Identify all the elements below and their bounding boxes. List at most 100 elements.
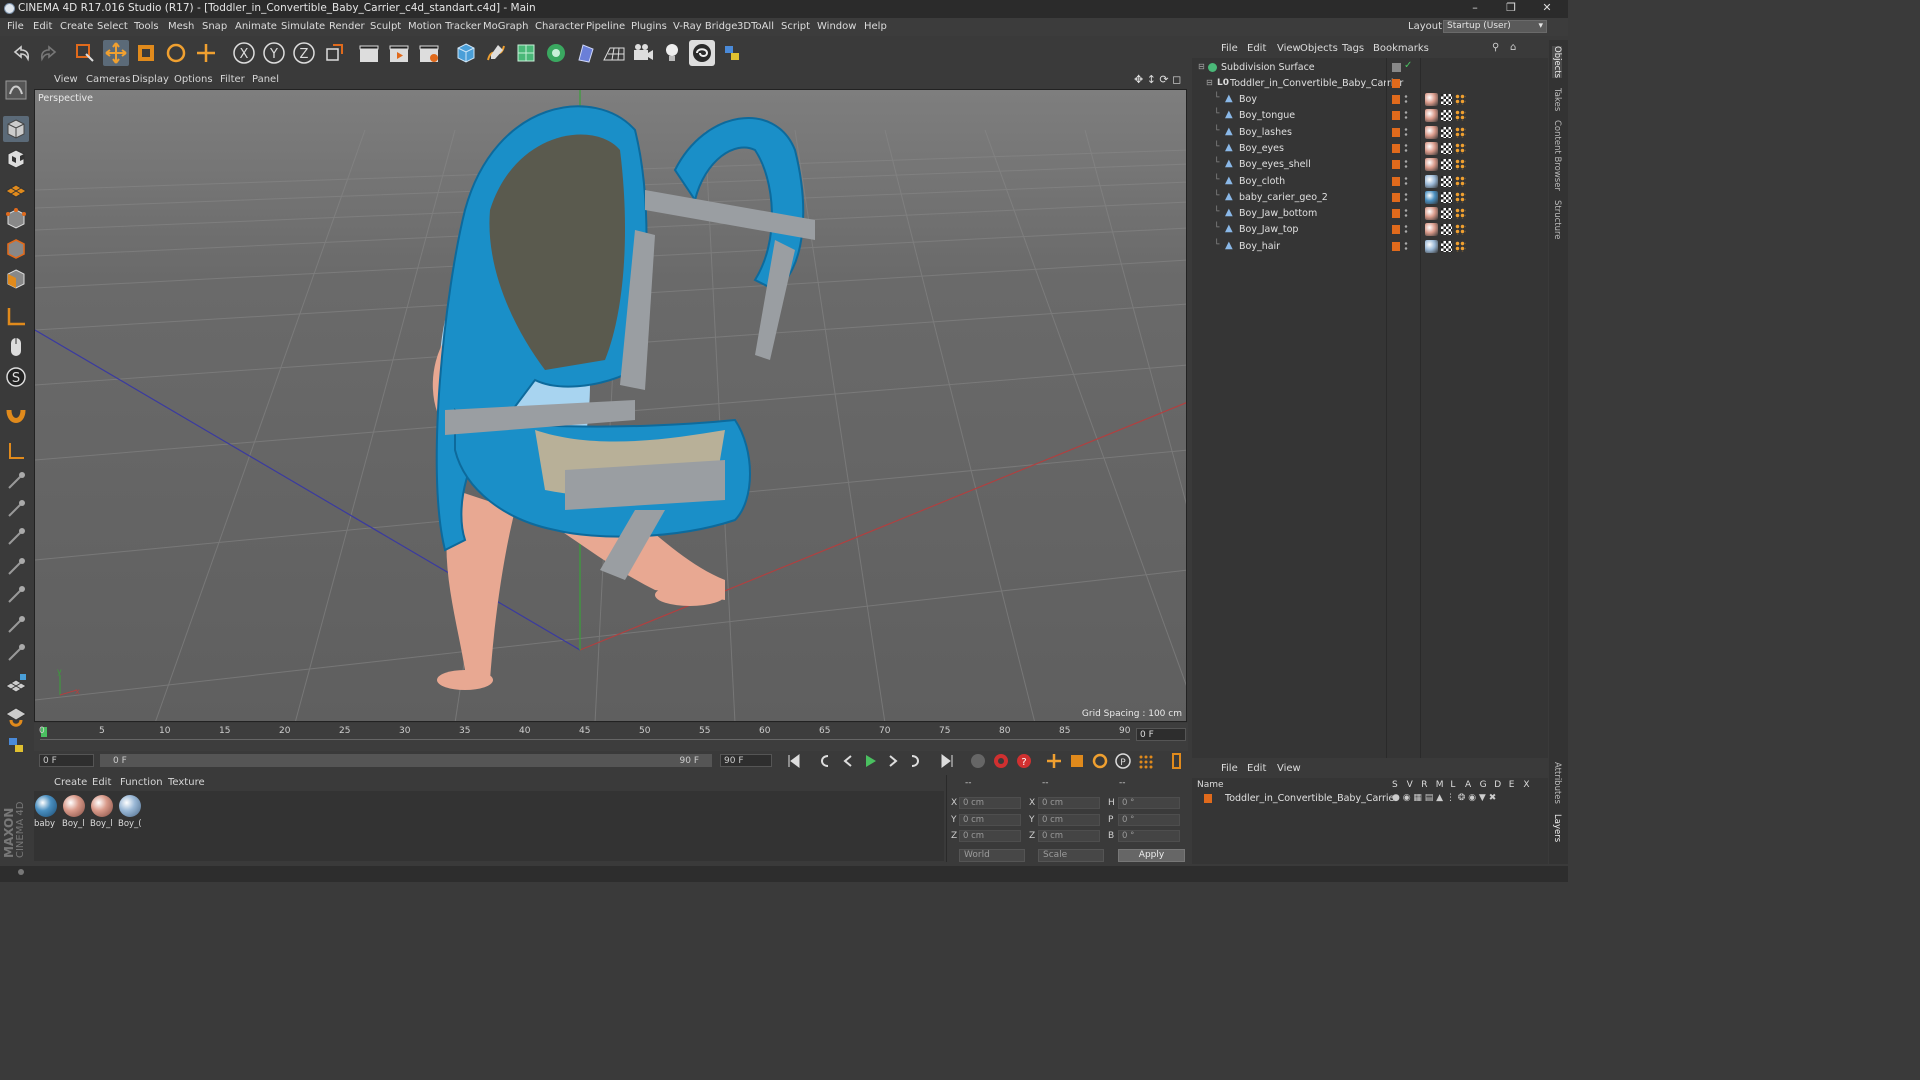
floor-button[interactable] xyxy=(601,40,627,66)
visibility-dots-icon[interactable] xyxy=(1404,175,1408,187)
uvw-tag-icon[interactable] xyxy=(1441,110,1452,122)
menu-file[interactable]: File xyxy=(7,21,24,32)
key-position-button[interactable] xyxy=(1044,752,1064,770)
uvw-tag-icon[interactable] xyxy=(1441,224,1452,236)
material-tag-icon[interactable] xyxy=(1425,93,1438,106)
menu-script[interactable]: Script xyxy=(781,21,810,32)
model-mode-button[interactable] xyxy=(3,116,29,142)
material-tag-icon[interactable] xyxy=(1425,207,1438,221)
menu-mograph[interactable]: MoGraph xyxy=(483,21,528,32)
brush-tool-5[interactable] xyxy=(3,582,29,608)
visibility-dots-icon[interactable] xyxy=(1404,240,1408,252)
rotation-h-field[interactable]: 0 ° xyxy=(1118,797,1180,809)
live-selection-button[interactable] xyxy=(72,40,98,66)
python-button[interactable] xyxy=(719,40,745,66)
previous-frame-button[interactable] xyxy=(838,752,858,770)
mat-menu-edit[interactable]: Edit xyxy=(92,777,111,788)
current-frame-field[interactable]: 0 F xyxy=(1136,728,1186,741)
om-row-object[interactable]: └ ▲ Boy_eyes xyxy=(1192,141,1548,157)
size-mode-dropdown[interactable]: Scale xyxy=(1038,849,1104,862)
start-frame-field[interactable]: 0 F xyxy=(39,754,94,767)
edges-mode-button[interactable] xyxy=(3,236,29,262)
material-swatch-boy-1[interactable]: Boy_l xyxy=(62,795,87,829)
cube-primitive-button[interactable] xyxy=(453,40,479,66)
enabled-check-icon[interactable]: ✓ xyxy=(1404,60,1412,71)
light-button[interactable] xyxy=(659,40,685,66)
redo-button[interactable] xyxy=(36,40,62,66)
size-y-field[interactable]: 0 cm xyxy=(1038,814,1100,826)
perspective-viewport[interactable]: y x Perspective Grid Spacing : 100 cm xyxy=(34,89,1187,722)
autokey-button[interactable] xyxy=(991,752,1011,770)
om-row-object[interactable]: └ ▲ Boy_hair xyxy=(1192,239,1548,255)
restore-button[interactable]: ❐ xyxy=(1496,1,1526,17)
menu-motion-tracker[interactable]: Motion Tracker xyxy=(408,21,481,32)
x-axis-button[interactable]: X xyxy=(231,40,257,66)
layer-flag-header[interactable]: G xyxy=(1480,780,1487,790)
layer-swatch[interactable] xyxy=(1392,192,1400,202)
material-tag-icon[interactable] xyxy=(1425,190,1438,204)
frame-range-slider[interactable]: 0 F 90 F xyxy=(100,754,712,767)
visibility-dots-icon[interactable] xyxy=(1404,142,1408,154)
spline-pen-button[interactable] xyxy=(483,40,509,66)
visibility-dots-icon[interactable] xyxy=(1404,159,1408,171)
menu-sculpt[interactable]: Sculpt xyxy=(370,21,401,32)
apply-button[interactable]: Apply xyxy=(1118,849,1185,862)
grid-magnet-button[interactable] xyxy=(3,702,29,728)
material-tag-icon[interactable] xyxy=(1425,239,1438,253)
magnet-button[interactable] xyxy=(3,402,29,428)
vp-menu-panel[interactable]: Panel xyxy=(252,74,279,85)
rotation-b-field[interactable]: 0 ° xyxy=(1118,830,1180,842)
menu-pipeline[interactable]: Pipeline xyxy=(586,21,625,32)
selection-tag-icon[interactable] xyxy=(1455,175,1466,187)
layer-flag-header[interactable]: V xyxy=(1407,780,1413,790)
om-menu-edit[interactable]: Edit xyxy=(1247,43,1266,54)
deformer-button[interactable] xyxy=(573,40,599,66)
layer-flag-header[interactable]: R xyxy=(1421,780,1427,790)
points-mode-button[interactable] xyxy=(3,206,29,232)
tab-objects[interactable]: Objects xyxy=(1552,46,1562,79)
tab-takes[interactable]: Takes xyxy=(1552,88,1562,111)
layer-flag-header[interactable]: D xyxy=(1494,780,1501,790)
move-tool-button[interactable] xyxy=(103,40,129,66)
visibility-dots-icon[interactable] xyxy=(1404,94,1408,105)
om-row-object[interactable]: └ ▲ baby_carier_geo_2 xyxy=(1192,190,1548,206)
menu-animate[interactable]: Animate xyxy=(235,21,277,32)
material-swatch-boy-3[interactable]: Boy_( xyxy=(118,795,143,829)
menu-edit[interactable]: Edit xyxy=(33,21,52,32)
layer-swatch[interactable] xyxy=(1392,111,1400,121)
key-scale-button[interactable] xyxy=(1067,752,1087,770)
om-row-object[interactable]: └ ▲ Boy_lashes xyxy=(1192,125,1548,141)
uvw-tag-icon[interactable] xyxy=(1441,240,1452,252)
layer-swatch[interactable] xyxy=(1392,127,1400,137)
visibility-dots-icon[interactable] xyxy=(1404,208,1408,220)
om-row-object[interactable]: └ ▲ Boy_cloth xyxy=(1192,174,1548,190)
brush-tool-1[interactable] xyxy=(3,468,29,494)
keyframe-selection-button[interactable]: ? xyxy=(1014,752,1034,770)
viewport-navigation-icons[interactable]: ✥ ↕ ⟳ ◻ xyxy=(1134,73,1181,86)
go-to-start-button[interactable] xyxy=(784,752,804,770)
layer-swatch[interactable] xyxy=(1392,63,1401,72)
layout-dropdown[interactable]: Startup (User) ▾ xyxy=(1443,20,1547,33)
brush-tool-4[interactable] xyxy=(3,554,29,580)
uvw-tag-icon[interactable] xyxy=(1441,175,1452,187)
om-row-object[interactable]: └ ▲ Boy_Jaw_top xyxy=(1192,222,1548,238)
om-menu-bookmarks[interactable]: Bookmarks xyxy=(1373,43,1429,54)
home-icon[interactable]: ⌂ xyxy=(1510,42,1516,53)
uvw-tag-icon[interactable] xyxy=(1441,94,1452,105)
menu-plugins[interactable]: Plugins xyxy=(631,21,667,32)
om-row-object[interactable]: └ ▲ Boy_tongue xyxy=(1192,108,1548,124)
om-row-subdivision-surface[interactable]: ⊟ Subdivision Surface ✓ xyxy=(1192,60,1548,76)
om-row-toddler-group[interactable]: ⊟ L0 Toddler_in_Convertible_Baby_Carrier xyxy=(1192,76,1548,92)
lm-menu-edit[interactable]: Edit xyxy=(1247,763,1266,774)
play-button[interactable] xyxy=(860,752,880,770)
material-swatch-baby[interactable]: baby xyxy=(34,795,59,829)
search-icon[interactable]: ⚲ xyxy=(1492,42,1499,53)
render-to-picture-viewer-button[interactable] xyxy=(386,40,412,66)
brush-tool-7[interactable] xyxy=(3,640,29,666)
uvw-tag-icon[interactable] xyxy=(1441,126,1452,138)
coordinate-mode-dropdown[interactable]: World xyxy=(959,849,1025,862)
menu-character[interactable]: Character xyxy=(535,21,584,32)
layer-flag-header[interactable]: A xyxy=(1465,780,1471,790)
om-menu-objects[interactable]: Objects xyxy=(1300,43,1338,54)
render-settings-button[interactable] xyxy=(416,40,442,66)
